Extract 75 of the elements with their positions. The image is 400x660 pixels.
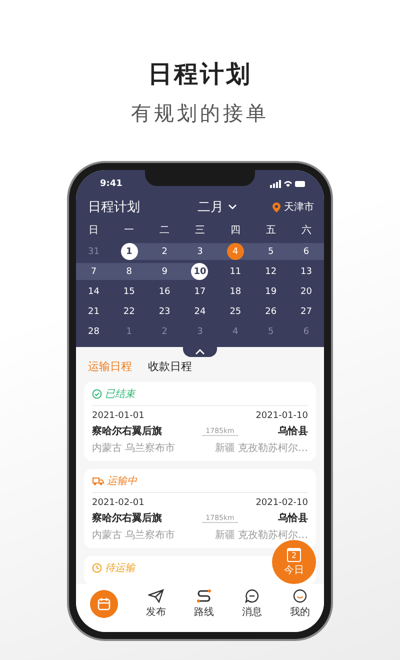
location-pin-icon <box>272 202 281 212</box>
collapse-handle[interactable] <box>183 347 217 357</box>
calendar-day[interactable]: 17 <box>191 283 208 300</box>
nav-tab[interactable]: 路线 <box>194 589 214 619</box>
calendar-day[interactable]: 24 <box>191 303 208 320</box>
calendar-day[interactable]: 19 <box>262 283 280 300</box>
weekday-label: 三 <box>194 224 206 238</box>
weekday-label: 六 <box>300 224 312 238</box>
calendar-day[interactable]: 25 <box>226 303 244 320</box>
calendar-day-icon: 2 <box>287 548 301 562</box>
chat-bubble-icon <box>245 589 259 603</box>
status-icons <box>270 180 306 188</box>
calendar-day[interactable]: 16 <box>156 283 174 300</box>
nav-tab[interactable]: 我的 <box>290 589 310 619</box>
chevron-up-icon <box>195 349 205 355</box>
nav-tab[interactable] <box>90 590 118 618</box>
tab[interactable]: 收款日程 <box>148 359 192 374</box>
origin-region: 内蒙古 乌兰察布市 <box>92 528 176 542</box>
calendar-day[interactable]: 2 <box>156 243 174 260</box>
origin-city: 察哈尔右翼后旗 <box>92 512 162 525</box>
status-label: 已结束 <box>105 388 135 401</box>
destination-city: 乌恰县 <box>278 512 308 525</box>
chevron-down-icon <box>228 204 236 210</box>
calendar-day[interactable]: 15 <box>120 283 138 300</box>
calendar-day[interactable]: 14 <box>85 283 102 300</box>
calendar-day[interactable]: 21 <box>85 303 102 320</box>
calendar-day[interactable]: 27 <box>298 303 315 320</box>
destination-region: 新疆 克孜勒苏柯尔… <box>214 528 308 542</box>
calendar-day[interactable]: 13 <box>298 263 315 280</box>
weekday-label: 日 <box>88 224 100 238</box>
calendar-day[interactable]: 10 <box>191 263 208 280</box>
calendar-day[interactable]: 8 <box>120 263 138 280</box>
status-label: 待运输 <box>105 562 135 575</box>
calendar-day[interactable]: 3 <box>191 243 208 260</box>
end-date: 2021-01-10 <box>256 411 308 421</box>
calendar-day[interactable]: 7 <box>85 263 102 280</box>
calendar-day[interactable]: 9 <box>156 263 174 280</box>
month-picker[interactable]: 二月 <box>198 198 236 216</box>
status-label: 运输中 <box>107 474 137 488</box>
calendar-day[interactable]: 20 <box>298 283 315 300</box>
origin-region: 内蒙古 乌兰察布市 <box>92 442 176 455</box>
calendar-day[interactable]: 22 <box>120 303 138 320</box>
weekday-label: 二 <box>158 224 171 238</box>
destination-region: 新疆 克孜勒苏柯尔… <box>214 442 308 455</box>
calendar-day[interactable]: 26 <box>262 303 280 320</box>
end-date: 2021-02-10 <box>256 498 308 508</box>
city-label[interactable]: 天津市 <box>284 200 314 214</box>
destination-city: 乌恰县 <box>278 424 308 438</box>
promo-title: 日程计划 <box>148 59 252 90</box>
clock-icon <box>92 563 102 573</box>
start-date: 2021-02-01 <box>92 498 144 508</box>
nav-tab[interactable]: 发布 <box>146 589 166 619</box>
calendar-icon <box>97 597 111 611</box>
calendar-day[interactable]: 11 <box>226 263 244 280</box>
check-circle-icon <box>92 389 102 399</box>
nav-tab[interactable]: 消息 <box>242 589 262 619</box>
calendar-day[interactable]: 18 <box>226 283 244 300</box>
smiley-icon <box>293 589 307 603</box>
calendar-day[interactable]: 1 <box>120 243 138 260</box>
truck-icon <box>92 476 104 486</box>
weekday-label: 四 <box>229 224 242 238</box>
calendar-day[interactable]: 12 <box>262 263 280 280</box>
promo-subtitle: 有规划的接单 <box>131 100 269 127</box>
weekday-label: 一 <box>123 224 136 238</box>
status-time: 9:41 <box>100 179 122 189</box>
calendar-day[interactable]: 5 <box>262 243 280 260</box>
paper-plane-icon <box>148 589 164 603</box>
calendar-day[interactable]: 28 <box>85 323 102 340</box>
calendar-day[interactable]: 6 <box>298 243 315 260</box>
weekday-label: 五 <box>264 224 277 238</box>
page-title: 日程计划 <box>88 199 140 216</box>
origin-city: 察哈尔右翼后旗 <box>92 424 162 438</box>
route-icon <box>196 589 212 603</box>
start-date: 2021-01-01 <box>92 411 144 421</box>
calendar-day[interactable]: 23 <box>156 303 174 320</box>
